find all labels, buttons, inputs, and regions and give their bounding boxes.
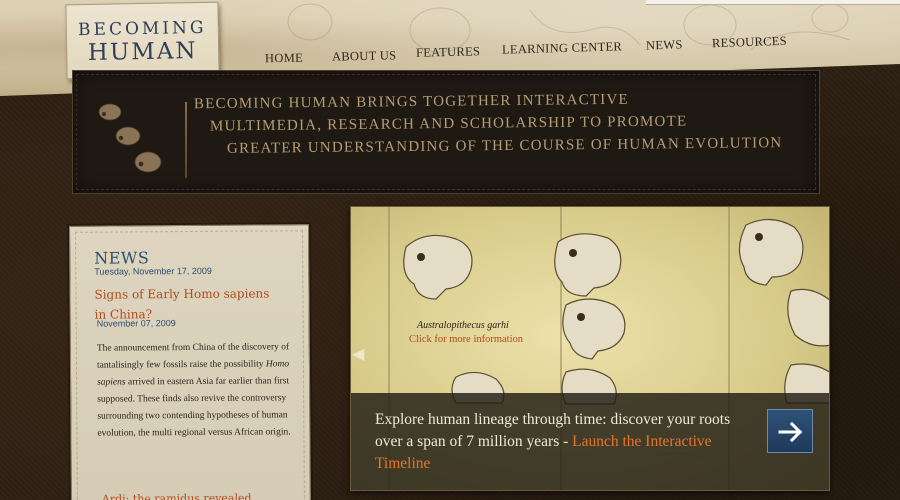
news-panel: NEWS Tuesday, November 17, 2009 Signs of… <box>68 224 312 500</box>
news-body-part2: arrived in eastern Asia far earlier than… <box>97 376 291 439</box>
feature-slideshow[interactable]: Australopithecus garhi Click for more in… <box>350 206 830 491</box>
news-heading: NEWS <box>94 248 150 268</box>
news-headline-date: November 07, 2009 <box>96 318 176 329</box>
feature-caption: Explore human lineage through time: disc… <box>375 409 735 475</box>
skulls-icon <box>98 103 162 173</box>
nav-resources[interactable]: RESOURCES <box>712 34 787 52</box>
feature-species-label: Australopithecus garhi <box>417 320 509 331</box>
news-date: Tuesday, November 17, 2009 <box>94 265 212 277</box>
news-body: The announcement from China of the disco… <box>97 339 298 442</box>
news-next-headline-link[interactable]: Ardi: the ramidus revealed <box>102 492 252 500</box>
banner-divider <box>185 102 187 178</box>
go-arrow-button[interactable] <box>767 409 813 453</box>
main-nav: HOME ABOUT US FEATURES LEARNING CENTER N… <box>0 0 900 80</box>
nav-features[interactable]: FEATURES <box>416 44 481 61</box>
nav-learning-center[interactable]: LEARNING CENTER <box>502 39 622 57</box>
slideshow-prev-arrow-icon[interactable]: ◀ <box>352 344 364 363</box>
news-body-part1: The announcement from China of the disco… <box>96 342 290 371</box>
arrow-right-icon <box>778 421 803 443</box>
feature-caption-bar: Explore human lineage through time: disc… <box>351 393 829 490</box>
nav-home[interactable]: HOME <box>265 51 303 67</box>
nav-news[interactable]: NEWS <box>646 37 683 53</box>
nav-about-us[interactable]: ABOUT US <box>332 48 397 64</box>
feature-more-info-link[interactable]: Click for more information <box>409 334 523 345</box>
